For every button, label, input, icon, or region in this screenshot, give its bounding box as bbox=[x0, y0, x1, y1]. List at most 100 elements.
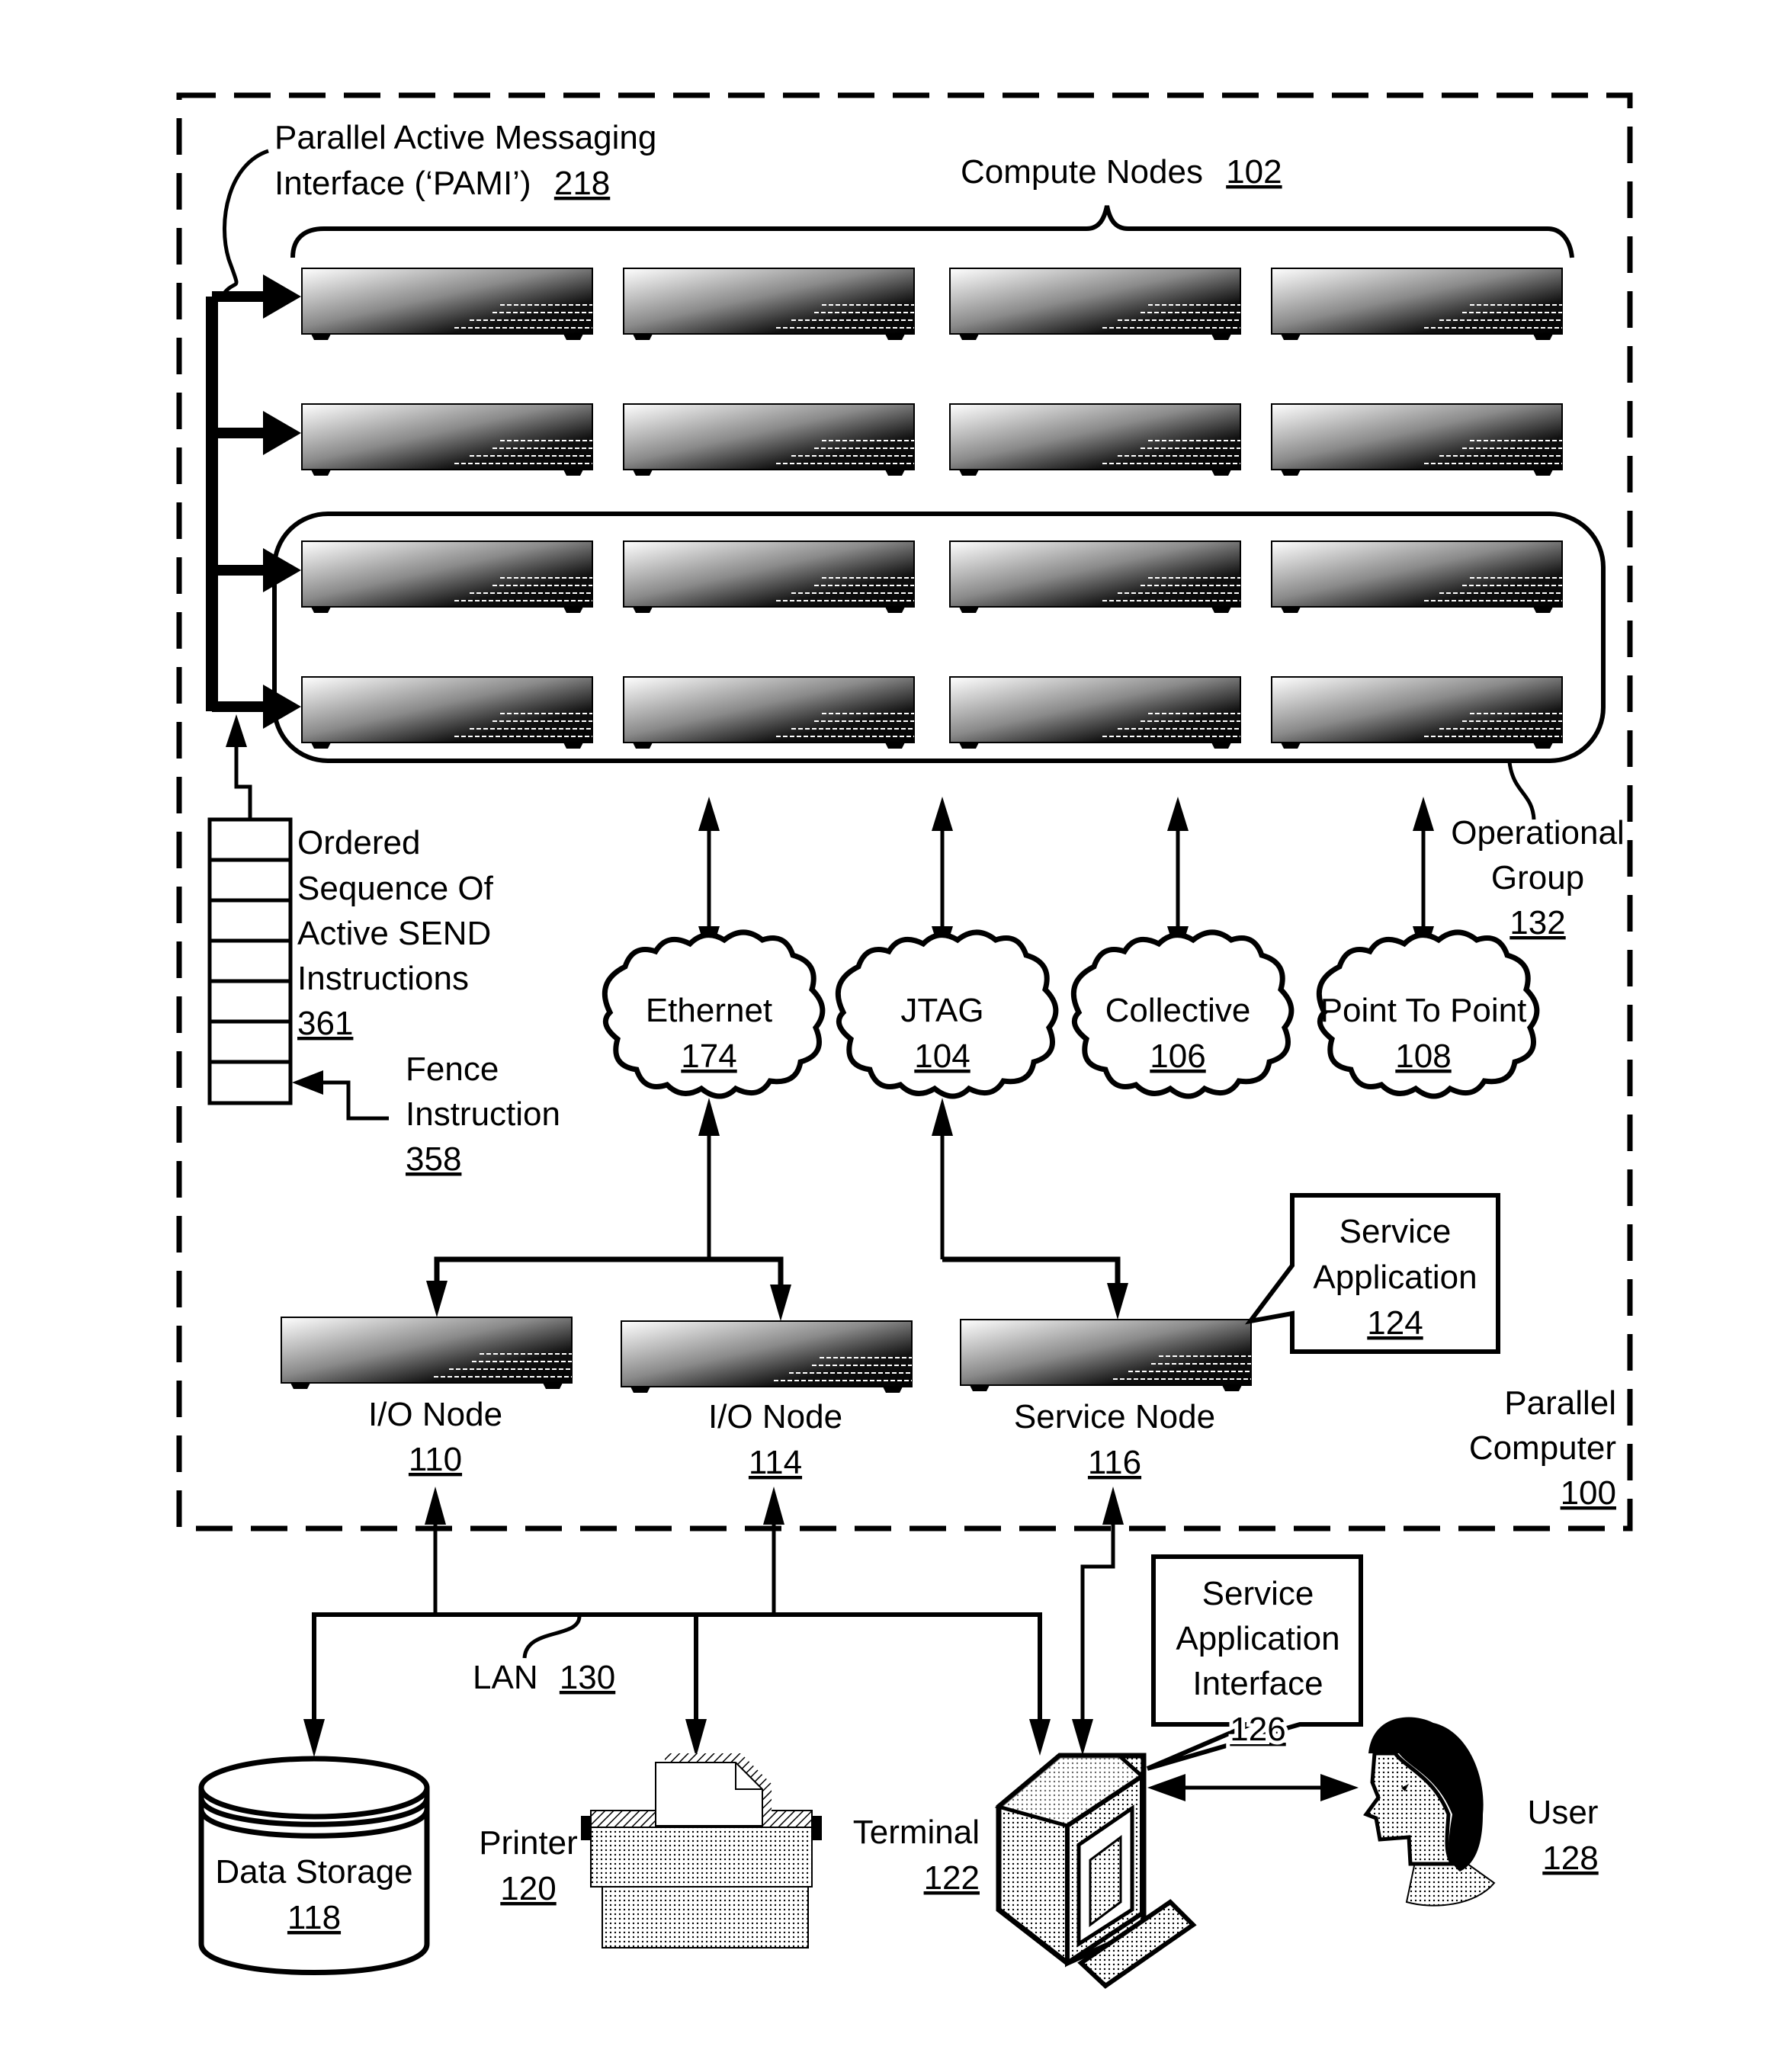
server-icon bbox=[281, 1317, 573, 1390]
compute-node[interactable] bbox=[1271, 540, 1563, 614]
service-application-ref: 124 bbox=[1367, 1304, 1423, 1342]
network-ref: 106 bbox=[1150, 1038, 1205, 1075]
compute-node[interactable] bbox=[623, 268, 915, 341]
operational-group-line2: Group bbox=[1491, 859, 1584, 896]
lan-label: LAN 130 bbox=[473, 1659, 615, 1696]
bus-arrowhead-row1 bbox=[263, 274, 301, 319]
ordered-sequence-line1: Ordered bbox=[297, 824, 420, 861]
sai-line3: Interface bbox=[1192, 1665, 1323, 1702]
compute-node[interactable] bbox=[1271, 676, 1563, 749]
operational-group-ref: 132 bbox=[1509, 904, 1565, 941]
compute-node[interactable] bbox=[301, 676, 593, 749]
compute-node[interactable] bbox=[1271, 268, 1563, 341]
printer-label: Printer bbox=[479, 1824, 578, 1862]
parallel-computer-ref: 100 bbox=[1561, 1474, 1616, 1512]
io-node-114[interactable]: I/O Node 114 bbox=[621, 1320, 913, 1481]
compute-node[interactable] bbox=[949, 403, 1241, 476]
ordered-sequence-line2: Sequence Of bbox=[297, 870, 494, 907]
fence-connector bbox=[320, 1080, 389, 1121]
network-ref: 104 bbox=[914, 1038, 970, 1075]
lan-text: LAN bbox=[473, 1659, 538, 1696]
user-avatar-icon bbox=[1363, 1717, 1496, 1907]
sai-line1: Service bbox=[1202, 1575, 1314, 1612]
printer-icon bbox=[581, 1753, 822, 1949]
network-collective[interactable]: Collective 106 bbox=[1073, 932, 1291, 1096]
ordered-sequence-ref: 361 bbox=[297, 1005, 353, 1042]
terminal-ref: 122 bbox=[924, 1859, 980, 1897]
compute-node[interactable] bbox=[301, 403, 593, 476]
group-network-links bbox=[698, 797, 1434, 961]
service-application-line2: Application bbox=[1313, 1259, 1477, 1296]
server-icon bbox=[621, 1320, 913, 1394]
network-ethernet[interactable]: Ethernet 174 bbox=[605, 932, 823, 1096]
compute-nodes-text: Compute Nodes bbox=[961, 153, 1203, 191]
data-storage-118[interactable]: Data Storage 118 bbox=[198, 1756, 430, 1975]
bus-arrowhead-row4 bbox=[263, 685, 301, 729]
pami-bus bbox=[206, 274, 301, 729]
lan-bus bbox=[303, 1612, 1051, 1757]
network-label: Ethernet bbox=[646, 992, 772, 1029]
io-node-label: I/O Node bbox=[708, 1398, 842, 1435]
compute-nodes-label: Compute Nodes 102 bbox=[961, 153, 1282, 191]
sai-line2: Application bbox=[1176, 1620, 1339, 1657]
parallel-computer-line1: Parallel bbox=[1504, 1384, 1616, 1422]
user-ref: 128 bbox=[1542, 1839, 1598, 1877]
terminal-122[interactable]: Terminal 122 bbox=[853, 1753, 1197, 1989]
network-label: JTAG bbox=[900, 992, 983, 1029]
lan-leader-line bbox=[522, 1615, 582, 1659]
pami-label-line1: Parallel Active Messaging bbox=[274, 119, 656, 156]
compute-node[interactable] bbox=[949, 676, 1241, 749]
bus-arrowhead-row2 bbox=[263, 411, 301, 455]
compute-node[interactable] bbox=[301, 268, 593, 341]
data-storage-ref: 118 bbox=[287, 1899, 341, 1936]
ordered-sequence-line3: Active SEND bbox=[297, 915, 491, 952]
queue-up-arrowhead bbox=[226, 714, 247, 747]
compute-node[interactable] bbox=[949, 268, 1241, 341]
service-node-116[interactable]: Service Node 116 bbox=[960, 1319, 1252, 1481]
service-application-line1: Service bbox=[1339, 1213, 1452, 1250]
operational-group-leader bbox=[1507, 762, 1536, 820]
parallel-computer-diagram: Parallel Active Messaging Interface (‘PA… bbox=[176, 92, 1633, 1989]
compute-nodes-brace bbox=[290, 205, 1574, 258]
data-storage-label: Data Storage bbox=[215, 1853, 412, 1891]
ordered-sequence-queue bbox=[207, 817, 293, 1105]
service-application-callout: Service Application 124 bbox=[1244, 1193, 1500, 1354]
printer-120[interactable]: Printer 120 bbox=[479, 1753, 822, 1949]
service-node-ref: 116 bbox=[1088, 1444, 1141, 1481]
compute-node[interactable] bbox=[949, 540, 1241, 614]
pami-label-line2: Interface (‘PAMI’) 218 bbox=[274, 165, 610, 202]
printer-ref: 120 bbox=[500, 1870, 556, 1907]
user-128[interactable]: User 128 bbox=[1363, 1717, 1599, 1907]
io-node-ref: 110 bbox=[409, 1441, 462, 1478]
jtag-service-link bbox=[932, 1098, 1128, 1320]
compute-node[interactable] bbox=[1271, 403, 1563, 476]
pami-leader-line bbox=[219, 149, 269, 299]
ordered-sequence-line4: Instructions bbox=[297, 960, 469, 997]
network-label: Collective bbox=[1105, 992, 1251, 1029]
io-node-ref: 114 bbox=[749, 1444, 802, 1481]
bus-arrowhead-row3 bbox=[263, 548, 301, 592]
network-ref: 108 bbox=[1395, 1038, 1451, 1075]
compute-node[interactable] bbox=[301, 540, 593, 614]
io-node-110[interactable]: I/O Node 110 bbox=[281, 1317, 573, 1478]
server-icon bbox=[960, 1319, 1252, 1392]
user-label: User bbox=[1528, 1794, 1599, 1831]
pami-label-text: Interface (‘PAMI’) bbox=[274, 165, 531, 202]
compute-node[interactable] bbox=[623, 676, 915, 749]
pami-ref: 218 bbox=[554, 165, 610, 202]
compute-nodes-ref: 102 bbox=[1226, 153, 1282, 191]
lan-ref: 130 bbox=[560, 1659, 615, 1696]
network-jtag[interactable]: JTAG 104 bbox=[838, 932, 1056, 1096]
sai-ref: 126 bbox=[1230, 1711, 1285, 1748]
io-node-label: I/O Node bbox=[368, 1396, 502, 1433]
fence-line2: Instruction bbox=[406, 1095, 560, 1133]
fence-ref: 358 bbox=[406, 1140, 461, 1178]
compute-node[interactable] bbox=[623, 403, 915, 476]
compute-node[interactable] bbox=[623, 540, 915, 614]
fence-arrowhead bbox=[292, 1070, 323, 1095]
network-point-to-point[interactable]: Point To Point 108 bbox=[1319, 932, 1537, 1096]
compute-nodes-grid bbox=[301, 268, 1563, 749]
operational-group-line1: Operational bbox=[1451, 814, 1624, 852]
network-label: Point To Point bbox=[1320, 992, 1527, 1029]
service-node-label: Service Node bbox=[1014, 1398, 1215, 1435]
